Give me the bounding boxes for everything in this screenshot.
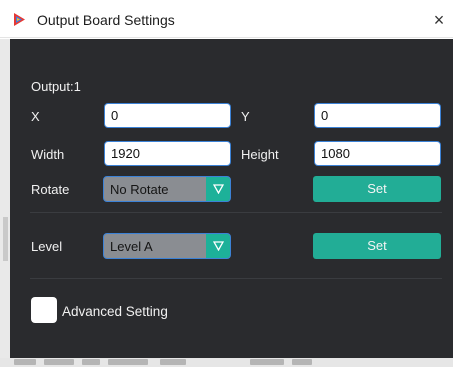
- width-input[interactable]: 1920: [104, 141, 231, 166]
- y-label: Y: [241, 109, 250, 124]
- advanced-setting-label: Advanced Setting: [62, 304, 168, 319]
- level-set-button[interactable]: Set: [313, 233, 441, 259]
- level-select[interactable]: Level A: [103, 233, 231, 259]
- left-edge-strip: [0, 39, 10, 367]
- bottom-edge-strip: [0, 358, 453, 367]
- window-title: Output Board Settings: [37, 12, 175, 28]
- divider: [30, 278, 442, 279]
- height-input[interactable]: 1080: [314, 141, 441, 166]
- x-label: X: [31, 109, 40, 124]
- rotate-select-value: No Rotate: [110, 182, 169, 197]
- dropdown-arrow-icon: [206, 177, 230, 201]
- divider: [30, 212, 442, 213]
- rotate-label: Rotate: [31, 182, 70, 197]
- close-button[interactable]: ×: [428, 8, 450, 32]
- width-label: Width: [31, 147, 65, 162]
- level-label: Level: [31, 239, 63, 254]
- output-heading: Output:1: [31, 79, 81, 94]
- rotate-set-button[interactable]: Set: [313, 176, 441, 202]
- y-input[interactable]: 0: [314, 103, 441, 128]
- x-input[interactable]: 0: [104, 103, 231, 128]
- title-bar: Output Board Settings ×: [0, 0, 453, 38]
- dropdown-arrow-icon: [206, 234, 230, 258]
- app-logo-icon: [13, 12, 28, 27]
- advanced-setting-checkbox[interactable]: [31, 297, 57, 323]
- level-select-value: Level A: [110, 239, 153, 254]
- height-label: Height: [241, 147, 279, 162]
- rotate-select[interactable]: No Rotate: [103, 176, 231, 202]
